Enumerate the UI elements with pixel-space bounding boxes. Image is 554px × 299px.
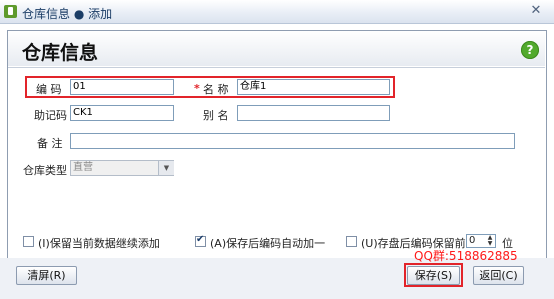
auto-increment-label: (A)保存后编码自动加一: [210, 237, 326, 250]
keep-prefix-checkbox[interactable]: [346, 236, 357, 247]
alias-label: 别 名: [203, 109, 229, 122]
clear-button[interactable]: 清屏(R): [16, 266, 77, 285]
name-input[interactable]: 仓库1: [237, 79, 390, 95]
header-divider: [8, 67, 545, 68]
keep-data-checkbox[interactable]: [23, 236, 34, 247]
note-label: 备 注: [37, 137, 63, 150]
mnemonic-label: 助记码: [34, 109, 67, 122]
prefix-count-value: 0: [469, 235, 476, 246]
required-mark: *: [194, 82, 200, 95]
page-title: 仓库信息: [22, 42, 99, 64]
app-icon: [4, 5, 17, 18]
close-button[interactable]: ✕: [524, 2, 548, 20]
keep-data-label: (I)保留当前数据继续添加: [38, 237, 160, 250]
chevron-down-icon[interactable]: ▼: [158, 161, 174, 175]
back-button[interactable]: 返回(C): [473, 266, 524, 285]
window-title: 仓库信息 ● 添加: [22, 7, 113, 21]
type-select-value: 直营: [73, 162, 93, 173]
alias-input[interactable]: [237, 105, 390, 121]
code-label: 编 码: [36, 83, 62, 96]
check-icon: ✔: [196, 234, 205, 245]
help-icon[interactable]: ?: [521, 41, 539, 59]
auto-increment-checkbox[interactable]: ✔: [195, 234, 206, 247]
type-label: 仓库类型: [23, 164, 67, 177]
mnemonic-input[interactable]: CK1: [70, 105, 174, 121]
bottom-bar: [0, 258, 554, 299]
code-input[interactable]: 01: [70, 79, 174, 95]
watermark: QQ群:518862885: [414, 249, 518, 263]
name-label: 名 称: [203, 83, 229, 96]
note-input[interactable]: [70, 133, 515, 149]
save-button[interactable]: 保存(S): [407, 266, 460, 285]
